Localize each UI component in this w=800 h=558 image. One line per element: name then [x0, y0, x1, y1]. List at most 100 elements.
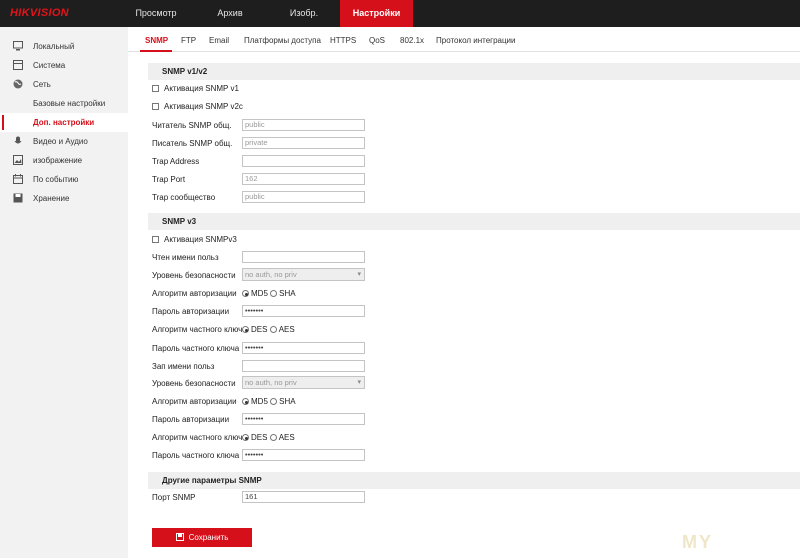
- enable-snmp-v1-row: Активация SNMP v1: [152, 84, 239, 93]
- sidebar-item-image[interactable]: изображение: [0, 151, 128, 170]
- write-auth-algo-label: Алгоритм авторизации: [152, 397, 237, 406]
- nav-playback[interactable]: Архив: [192, 0, 268, 27]
- write-priv-des-label: DES: [251, 433, 268, 442]
- hikvision-logo: HIKVISION: [10, 7, 69, 19]
- sidebar-item-label: По событию: [33, 175, 79, 184]
- top-bar: HIKVISION Просмотр Архив Изобр. Настройк…: [0, 0, 800, 27]
- read-priv-des-label: DES: [251, 325, 268, 334]
- write-auth-sha-label: SHA: [279, 397, 296, 406]
- tab-email[interactable]: Email: [209, 36, 229, 45]
- read-security-level-value: no auth, no priv: [245, 270, 297, 279]
- trap-community-field[interactable]: public: [242, 191, 365, 203]
- content-area: SNMP FTP Email Платформы доступа HTTPS Q…: [128, 27, 800, 558]
- nav-live-view[interactable]: Просмотр: [120, 0, 192, 27]
- sidebar-subitem-basic[interactable]: Базовые настройки: [0, 94, 128, 113]
- read-priv-aes-radio[interactable]: [269, 326, 277, 333]
- read-auth-md5-radio[interactable]: [242, 290, 249, 297]
- write-auth-md5-radio[interactable]: [242, 398, 249, 405]
- read-auth-password-field[interactable]: •••••••: [242, 305, 365, 317]
- sidebar-item-system[interactable]: Система: [0, 56, 128, 75]
- read-priv-algo-label: Алгоритм частного ключа: [152, 325, 247, 334]
- sidebar-subitem-advanced[interactable]: Доп. настройки: [0, 113, 128, 132]
- enable-snmp-v3-label: Активация SNMPv3: [164, 235, 237, 244]
- read-community-label: Читатель SNMP общ.: [152, 121, 232, 130]
- watermark: MY: [682, 532, 713, 552]
- sidebar-item-local[interactable]: Локальный: [0, 37, 128, 56]
- enable-snmp-v3-checkbox[interactable]: [152, 236, 159, 243]
- read-priv-algo-group: DES AES: [242, 325, 295, 334]
- write-user-field[interactable]: [242, 360, 365, 372]
- read-security-level-label: Уровень безопасности: [152, 271, 236, 280]
- write-priv-password-field[interactable]: •••••••: [242, 449, 365, 461]
- sidebar-item-network[interactable]: Сеть: [0, 75, 128, 94]
- tab-qos[interactable]: QoS: [369, 36, 385, 45]
- enable-snmp-v2c-checkbox[interactable]: [152, 103, 159, 110]
- enable-snmp-v3-row: Активация SNMPv3: [152, 235, 237, 244]
- save-icon: [175, 533, 184, 541]
- write-auth-sha-radio[interactable]: [270, 398, 278, 405]
- write-priv-des-radio[interactable]: [242, 434, 249, 441]
- active-tab-indicator: [140, 50, 172, 52]
- read-priv-password-label: Пароль частного ключа: [152, 344, 240, 353]
- write-security-level-value: no auth, no priv: [245, 378, 297, 387]
- write-priv-algo-label: Алгоритм частного ключа: [152, 433, 247, 442]
- sidebar-item-video-audio[interactable]: Видео и Аудио: [0, 132, 128, 151]
- sidebar-item-storage[interactable]: Хранение: [0, 189, 128, 208]
- trap-port-label: Trap Port: [152, 175, 186, 184]
- read-auth-sha-radio[interactable]: [270, 290, 278, 297]
- tab-integration-protocol[interactable]: Протокол интеграции: [436, 36, 516, 45]
- sidebar-item-event[interactable]: По событию: [0, 170, 128, 189]
- read-auth-sha-label: SHA: [279, 289, 296, 298]
- enable-snmp-v1-label: Активация SNMP v1: [164, 84, 239, 93]
- snmp-port-field[interactable]: 161: [242, 491, 365, 503]
- save-button[interactable]: Сохранить: [152, 528, 252, 547]
- snmp-port-label: Порт SNMP: [152, 493, 196, 502]
- nav-picture[interactable]: Изобр.: [268, 0, 340, 27]
- save-button-label: Сохранить: [188, 533, 229, 542]
- write-auth-password-field[interactable]: •••••••: [242, 413, 365, 425]
- read-priv-des-radio[interactable]: [242, 326, 249, 333]
- nav-configuration[interactable]: Настройки: [340, 0, 413, 27]
- sidebar-item-label: Локальный: [33, 42, 75, 51]
- enable-snmp-v1-checkbox[interactable]: [152, 85, 159, 92]
- read-user-field[interactable]: [242, 251, 365, 263]
- section-header-snmp-v3: SNMP v3: [148, 213, 800, 230]
- tab-platform-access[interactable]: Платформы доступа: [244, 36, 321, 45]
- tab-ftp[interactable]: FTP: [181, 36, 196, 45]
- read-auth-algo-group: MD5 SHA: [242, 289, 296, 298]
- sidebar-item-label: изображение: [33, 156, 83, 165]
- read-user-label: Чтен имени польз: [152, 253, 219, 262]
- trap-address-label: Trap Address: [152, 157, 200, 166]
- write-security-level-select[interactable]: no auth, no priv ▾: [242, 376, 365, 389]
- section-header-snmp-other: Другие параметры SNMP: [148, 472, 800, 489]
- mic-icon: [14, 136, 22, 144]
- read-priv-aes-label: AES: [278, 325, 295, 334]
- read-priv-password-field[interactable]: •••••••: [242, 342, 365, 354]
- tab-snmp[interactable]: SNMP: [145, 36, 168, 45]
- write-user-label: Зап имени польз: [152, 362, 215, 371]
- write-auth-algo-group: MD5 SHA: [242, 397, 296, 406]
- tab-8021x[interactable]: 802.1x: [400, 36, 424, 45]
- calendar-icon: [13, 174, 23, 184]
- enable-snmp-v2c-label: Активация SNMP v2c: [164, 102, 243, 111]
- write-security-level-label: Уровень безопасности: [152, 379, 236, 388]
- chevron-down-icon: ▾: [357, 379, 361, 386]
- section-header-snmp-v1v2: SNMP v1/v2: [148, 63, 800, 80]
- read-auth-algo-label: Алгоритм авторизации: [152, 289, 237, 298]
- read-community-field[interactable]: public: [242, 119, 365, 131]
- sidebar-subitem-label: Доп. настройки: [33, 118, 95, 127]
- trap-port-field[interactable]: 162: [242, 173, 365, 185]
- sidebar-item-label: Хранение: [33, 194, 70, 203]
- write-auth-password-label: Пароль авторизации: [152, 415, 230, 424]
- disk-icon: [13, 193, 23, 203]
- read-security-level-select[interactable]: no auth, no priv ▾: [242, 268, 365, 281]
- sidebar-item-label: Видео и Аудио: [33, 137, 88, 146]
- read-auth-md5-label: MD5: [251, 289, 268, 298]
- sidebar-item-label: Сеть: [33, 80, 51, 89]
- write-priv-aes-radio[interactable]: [269, 434, 277, 441]
- write-community-field[interactable]: private: [242, 137, 365, 149]
- trap-address-field[interactable]: [242, 155, 365, 167]
- write-priv-aes-label: AES: [278, 433, 295, 442]
- tab-https[interactable]: HTTPS: [330, 36, 356, 45]
- write-community-label: Писатель SNMP общ.: [152, 139, 233, 148]
